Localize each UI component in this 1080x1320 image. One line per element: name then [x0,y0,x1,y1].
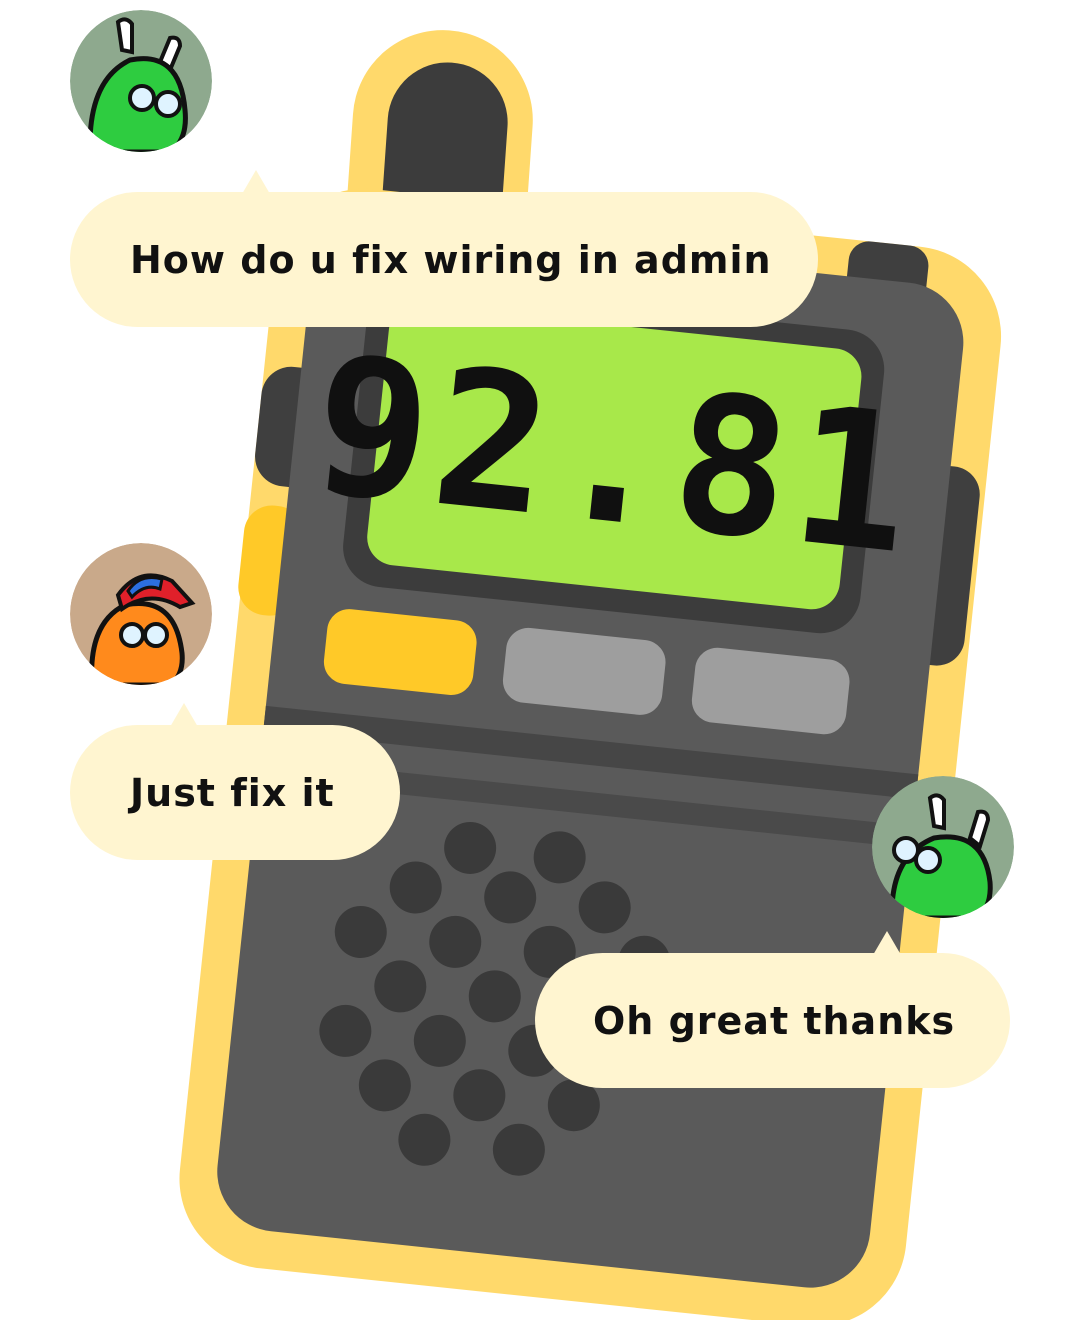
radio-button-yellow[interactable] [322,607,479,697]
avatar-green-bunny-1 [70,10,212,152]
chat-bubble-2: Just fix it [70,703,400,860]
chat-bubble-1: How do u fix wiring in admin [70,170,818,327]
chat-message-text: How do u fix wiring in admin [130,237,772,282]
avatar-orange-cap [70,543,212,685]
chat-message-text: Oh great thanks [593,998,956,1043]
chat-bubble-3: Oh great thanks [535,931,1010,1088]
glasses-icon [119,622,145,648]
avatar-green-bunny-2 [872,776,1014,918]
chat-message-text: Just fix it [130,770,335,815]
glasses-icon [128,84,156,112]
